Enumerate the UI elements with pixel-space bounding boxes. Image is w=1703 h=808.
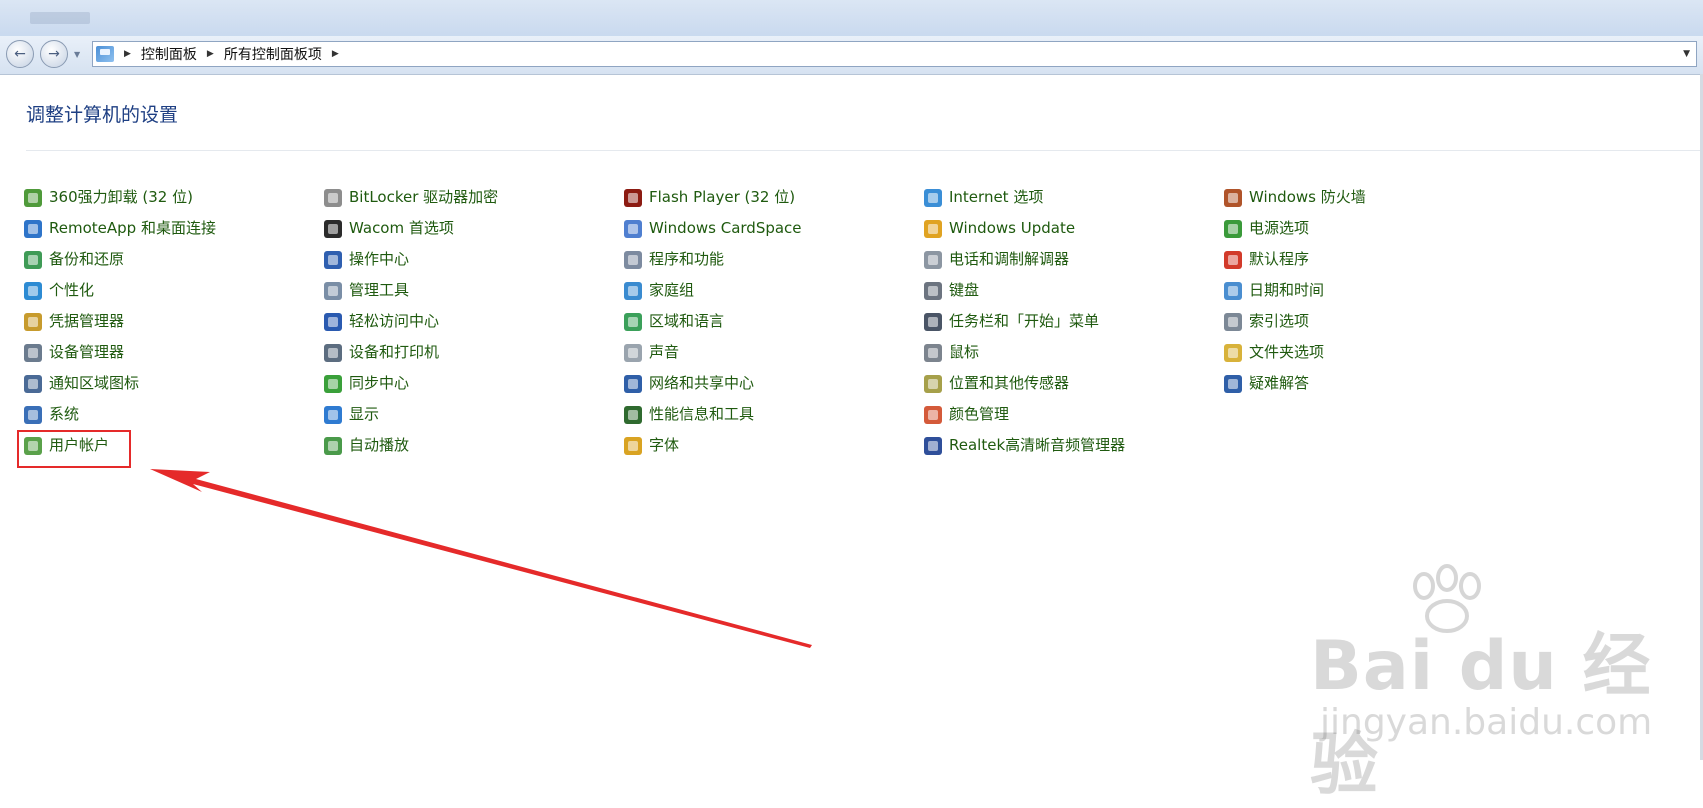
watermark-url: jingyan.baidu.com [1320, 702, 1653, 743]
baidu-watermark: Bai du 经验 jingyan.baidu.com [1310, 564, 1700, 805]
annotation-arrow-shape [150, 469, 812, 648]
